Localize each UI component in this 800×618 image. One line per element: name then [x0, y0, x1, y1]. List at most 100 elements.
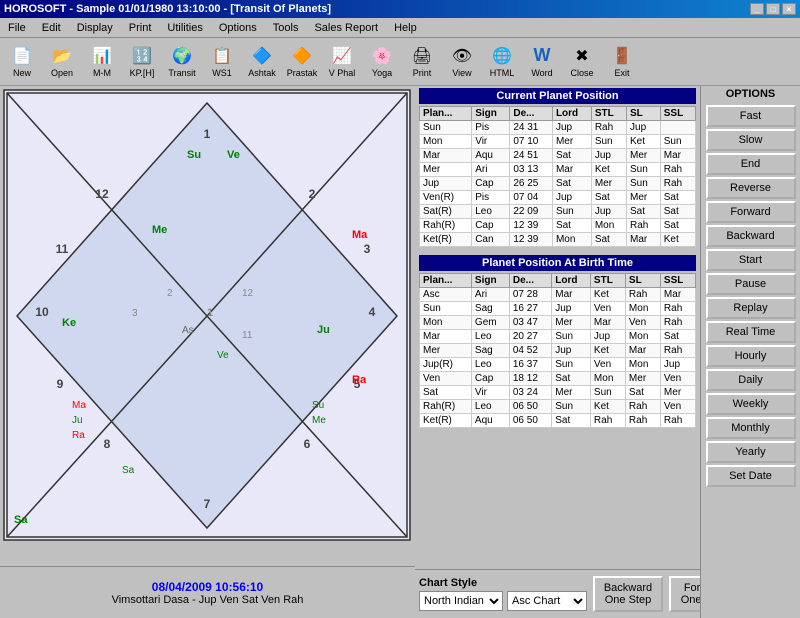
pause-button[interactable]: Pause — [706, 273, 796, 295]
backward-button[interactable]: Backward — [706, 225, 796, 247]
chart-type-select[interactable]: Asc Chart Moon Chart Sun Chart — [507, 591, 587, 611]
svg-text:8: 8 — [104, 437, 111, 451]
svg-text:Ma: Ma — [72, 400, 86, 411]
tool-html[interactable]: 🌐HTML — [484, 41, 520, 83]
menu-print[interactable]: Print — [125, 21, 156, 35]
chart-style-select[interactable]: North Indian South Indian East Indian — [419, 591, 503, 611]
print-icon: 🖨 — [410, 44, 434, 68]
replay-button[interactable]: Replay — [706, 297, 796, 319]
chart-area: 1 2 3 4 5 6 7 8 9 10 11 12 Su — [0, 86, 415, 618]
svg-text:Ma: Ma — [352, 229, 368, 241]
table-row: MonGem03 47MerMarVenRah — [420, 316, 696, 330]
table-row: JupCap26 25SatMerSunRah — [420, 177, 696, 191]
slow-button[interactable]: Slow — [706, 129, 796, 151]
menu-help[interactable]: Help — [390, 21, 421, 35]
minimize-button[interactable]: _ — [750, 3, 764, 15]
table-row: MerSag04 52JupKetMarRah — [420, 344, 696, 358]
mm-icon: 📊 — [90, 44, 114, 68]
svg-text:Ju: Ju — [317, 324, 330, 336]
menu-file[interactable]: File — [4, 21, 30, 35]
svg-text:12: 12 — [95, 187, 109, 201]
hourly-button[interactable]: Hourly — [706, 345, 796, 367]
svg-text:6: 6 — [304, 437, 311, 451]
options-panel: OPTIONS Fast Slow End Reverse Forward Ba… — [700, 86, 800, 618]
menu-utilities[interactable]: Utilities — [163, 21, 206, 35]
table-row: MonVir07 10MerSunKetSun — [420, 135, 696, 149]
menu-options[interactable]: Options — [215, 21, 261, 35]
table-row: Rah(R)Leo06 50SunKetRahVen — [420, 400, 696, 414]
svg-text:11: 11 — [56, 242, 69, 256]
tool-close[interactable]: ✖Close — [564, 41, 600, 83]
window-controls: _ □ × — [750, 3, 796, 15]
col-deg2: De... — [509, 274, 551, 288]
end-button[interactable]: End — [706, 153, 796, 175]
menu-display[interactable]: Display — [73, 21, 117, 35]
current-planet-section: Current Planet Position Plan... Sign De.… — [415, 86, 700, 249]
table-row: AscAri07 28MarKetRahMar — [420, 288, 696, 302]
tool-print[interactable]: 🖨Print — [404, 41, 440, 83]
table-row: SunSag16 27JupVenMonRah — [420, 302, 696, 316]
backward-one-step-button[interactable]: BackwardOne Step — [593, 576, 663, 612]
svg-text:Me: Me — [152, 224, 167, 236]
tool-transit[interactable]: 🌍Transit — [164, 41, 200, 83]
ashtak-icon: 🔷 — [250, 44, 274, 68]
table-row: Ket(R)Aqu06 50SatRahRahRah — [420, 414, 696, 428]
start-button[interactable]: Start — [706, 249, 796, 271]
window-close-button[interactable]: × — [782, 3, 796, 15]
tool-exit[interactable]: 🚪Exit — [604, 41, 640, 83]
tool-ws1[interactable]: 📋WS1 — [204, 41, 240, 83]
realtime-button[interactable]: Real Time — [706, 321, 796, 343]
fast-button[interactable]: Fast — [706, 105, 796, 127]
menu-sales-report[interactable]: Sales Report — [310, 21, 382, 35]
svg-text:Sa: Sa — [14, 514, 28, 526]
tables-column: Current Planet Position Plan... Sign De.… — [415, 86, 700, 618]
reverse-button[interactable]: Reverse — [706, 177, 796, 199]
svg-text:1: 1 — [207, 307, 213, 319]
new-icon: 📄 — [10, 44, 34, 68]
svg-text:Ve: Ve — [217, 350, 229, 361]
kp-icon: 🔢 — [130, 44, 154, 68]
tool-new[interactable]: 📄New — [4, 41, 40, 83]
tool-ashtak[interactable]: 🔷Ashtak — [244, 41, 280, 83]
tool-word[interactable]: WWord — [524, 41, 560, 83]
col-stl2: STL — [590, 274, 625, 288]
tool-open[interactable]: 📂Open — [44, 41, 80, 83]
menu-tools[interactable]: Tools — [269, 21, 303, 35]
daily-button[interactable]: Daily — [706, 369, 796, 391]
tool-vphal[interactable]: 📈V Phal — [324, 41, 360, 83]
tool-yoga[interactable]: 🌸Yoga — [364, 41, 400, 83]
col-sign2: Sign — [471, 274, 509, 288]
table-row: Rah(R)Cap12 39SatMonRahSat — [420, 219, 696, 233]
svg-text:7: 7 — [204, 497, 211, 511]
title-bar: HOROSOFT - Sample 01/01/1980 13:10:00 - … — [0, 0, 800, 18]
weekly-button[interactable]: Weekly — [706, 393, 796, 415]
col-deg: De... — [510, 107, 553, 121]
svg-text:4: 4 — [369, 305, 376, 319]
col-lord2: Lord — [552, 274, 591, 288]
toolbar: 📄New 📂Open 📊M-M 🔢KP.[H] 🌍Transit 📋WS1 🔷A… — [0, 38, 800, 86]
col-ssl: SSL — [660, 107, 695, 121]
set-date-button[interactable]: Set Date — [706, 465, 796, 487]
tool-kp[interactable]: 🔢KP.[H] — [124, 41, 160, 83]
open-icon: 📂 — [50, 44, 74, 68]
chart-style-selects: North Indian South Indian East Indian As… — [419, 591, 587, 611]
ws1-icon: 📋 — [210, 44, 234, 68]
svg-text:Ju: Ju — [72, 415, 83, 426]
yearly-button[interactable]: Yearly — [706, 441, 796, 463]
bottom-controls: Chart Style North Indian South Indian Ea… — [415, 569, 700, 618]
tool-prastak[interactable]: 🔶Prastak — [284, 41, 320, 83]
svg-text:1: 1 — [204, 127, 211, 141]
monthly-button[interactable]: Monthly — [706, 417, 796, 439]
table-row: MerAri03 13MarKetSunRah — [420, 163, 696, 177]
menu-edit[interactable]: Edit — [38, 21, 65, 35]
svg-text:2: 2 — [309, 187, 316, 201]
svg-text:3: 3 — [132, 308, 138, 319]
col-sl2: SL — [625, 274, 660, 288]
tool-view[interactable]: 👁View — [444, 41, 480, 83]
maximize-button[interactable]: □ — [766, 3, 780, 15]
svg-text:12: 12 — [242, 288, 254, 299]
tool-mm[interactable]: 📊M-M — [84, 41, 120, 83]
chart-style-area: Chart Style North Indian South Indian Ea… — [419, 577, 587, 611]
forward-button[interactable]: Forward — [706, 201, 796, 223]
horoscope-chart: 1 2 3 4 5 6 7 8 9 10 11 12 Su — [2, 88, 412, 593]
